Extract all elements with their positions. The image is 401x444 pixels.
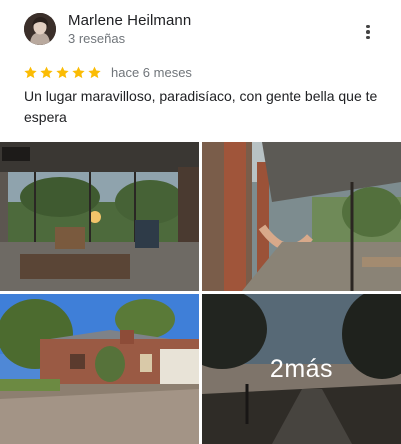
more-options-button[interactable] — [356, 20, 380, 44]
photo-grid: 2más — [0, 142, 401, 444]
review-photo[interactable] — [202, 142, 401, 291]
avatar-image — [24, 13, 56, 45]
star-rating — [23, 65, 102, 80]
avatar[interactable] — [24, 13, 56, 45]
author-name[interactable]: Marlene Heilmann — [68, 12, 191, 29]
rating-row: hace 6 meses — [23, 62, 192, 82]
star-icon — [87, 65, 102, 80]
review-text: Un lugar maravilloso, paradisíaco, con g… — [24, 88, 378, 125]
review-header: Marlene Heilmann 3 reseñas — [0, 0, 401, 60]
star-icon — [71, 65, 86, 80]
review-count[interactable]: 3 reseñas — [68, 31, 125, 46]
house-photo — [0, 294, 199, 444]
more-photos-tile[interactable]: 2más — [202, 294, 401, 444]
review-photo[interactable] — [0, 142, 199, 291]
star-icon — [39, 65, 54, 80]
review-time: hace 6 meses — [111, 64, 192, 80]
hammock-photo — [202, 142, 401, 291]
star-icon — [23, 65, 38, 80]
porch-photo — [0, 142, 199, 291]
more-photos-label[interactable]: 2más — [202, 294, 401, 444]
review-photo[interactable] — [0, 294, 199, 444]
star-icon — [55, 65, 70, 80]
more-vert-icon — [366, 24, 370, 40]
